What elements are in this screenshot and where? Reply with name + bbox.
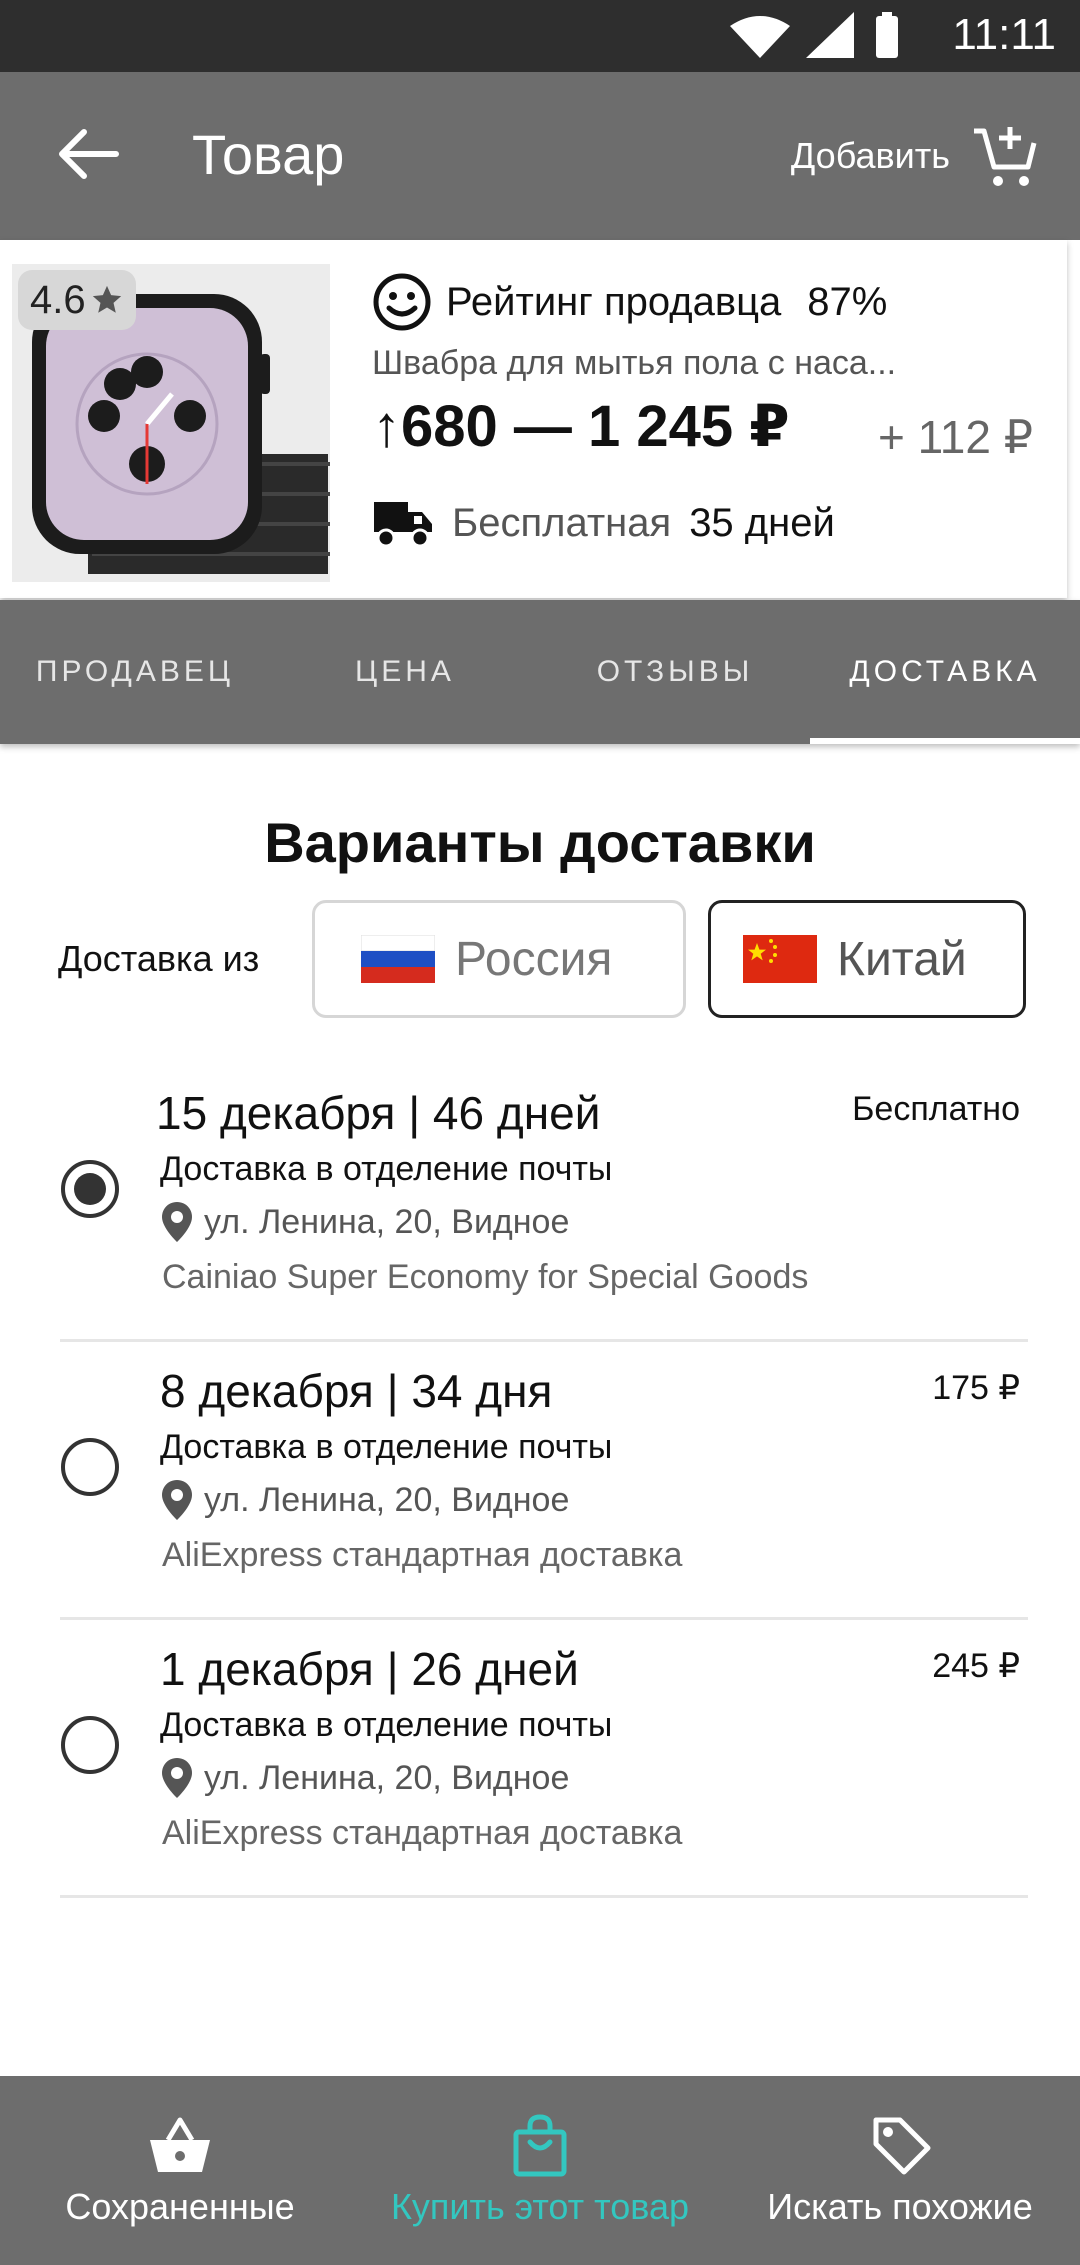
tag-icon [873, 2117, 931, 2174]
status-time: 11:11 [952, 10, 1056, 59]
nav-saved-label: Сохраненные [65, 2185, 295, 2227]
shopping-bag-icon [513, 2113, 567, 2176]
option-carrier: AliExpress стандартная доставка [162, 1814, 683, 1852]
option-address-text: ул. Ленина, 20, Видное [204, 1758, 570, 1797]
tab-reviews[interactable]: ОТЗЫВЫ [540, 600, 810, 744]
option-price: 175 ₽ [932, 1369, 1020, 1407]
location-pin-icon [162, 1480, 192, 1520]
option-carrier: Cainiao Super Economy for Special Goods [162, 1258, 809, 1296]
nav-similar[interactable]: Искать похожие [720, 2076, 1080, 2265]
rating-badge: 4.6 [18, 270, 136, 330]
product-card: 4.6 Рейтинг продавца 87% Швабра для мыть… [0, 240, 1067, 598]
country-china-label: Китай [837, 932, 967, 986]
radio-unselected-icon[interactable] [60, 1715, 120, 1775]
radio-selected-icon[interactable] [60, 1159, 120, 1219]
option-address: ул. Ленина, 20, Видное [160, 1478, 569, 1522]
tab-delivery[interactable]: ДОСТАВКА [810, 600, 1080, 744]
price-extra: + 112 ₽ [877, 411, 1033, 463]
status-bar: 11:11 [0, 0, 1080, 72]
china-flag-icon [743, 935, 817, 983]
option-date: 1 декабря | 26 дней [160, 1643, 579, 1695]
seller-label: Рейтинг продавца [446, 279, 782, 324]
option-price: 245 ₽ [932, 1647, 1020, 1685]
option-method: Доставка в отделение почты [160, 1706, 613, 1744]
option-price: Бесплатно [852, 1090, 1020, 1128]
add-to-cart-button[interactable]: Добавить [791, 116, 1040, 196]
basket-icon [150, 2117, 210, 2172]
delivery-summary: Бесплатная 35 дней [372, 498, 835, 548]
tab-price[interactable]: ЦЕНА [270, 600, 540, 744]
country-russia-button[interactable]: Россия [312, 900, 686, 1018]
delivery-free-label: Бесплатная [452, 500, 672, 545]
delivery-days: 35 дней [689, 500, 835, 545]
seller-rating[interactable]: Рейтинг продавца 87% [372, 272, 887, 332]
signal-battery-icon [730, 12, 898, 58]
product-image[interactable]: 4.6 [12, 264, 330, 582]
tab-bar: ПРОДАВЕЦ ЦЕНА ОТЗЫВЫ ДОСТАВКА [0, 600, 1080, 744]
product-name: Швабра для мытья пола с наса... [372, 344, 897, 382]
option-date: 15 декабря | 46 дней [156, 1087, 601, 1139]
russia-flag-icon [361, 935, 435, 983]
delivery-option[interactable]: 8 декабря | 34 дня 175 ₽ Доставка в отде… [60, 1342, 1028, 1620]
delivery-from-label: Доставка из [58, 938, 260, 979]
price-range: ↑680 — 1 245 ₽ [372, 394, 790, 459]
option-method: Доставка в отделение почты [160, 1150, 613, 1188]
nav-saved[interactable]: Сохраненные [0, 2076, 360, 2265]
delivery-option[interactable]: 15 декабря | 46 дней Бесплатно Доставка … [60, 1064, 1028, 1342]
delivery-option[interactable]: 1 декабря | 26 дней 245 ₽ Доставка в отд… [60, 1620, 1028, 1898]
location-pin-icon [162, 1202, 192, 1242]
cart-plus-icon [974, 127, 1037, 186]
add-label: Добавить [790, 135, 950, 176]
truck-icon [374, 502, 432, 548]
radio-unselected-icon[interactable] [60, 1437, 120, 1497]
option-address: ул. Ленина, 20, Видное [160, 1200, 569, 1244]
seller-percent: 87% [807, 279, 888, 324]
country-china-button[interactable]: Китай [708, 900, 1026, 1018]
bottom-nav: Сохраненные Купить этот товар Искать пох… [0, 2076, 1080, 2265]
option-address-text: ул. Ленина, 20, Видное [204, 1480, 570, 1519]
back-arrow-icon[interactable] [50, 116, 126, 192]
option-address-text: ул. Ленина, 20, Видное [204, 1202, 570, 1241]
rating-value: 4.6 [30, 277, 86, 322]
app-bar: Товар Добавить [0, 72, 1080, 240]
option-address: ул. Ленина, 20, Видное [160, 1756, 569, 1800]
option-method: Доставка в отделение почты [160, 1428, 613, 1466]
nav-buy-label: Купить этот товар [390, 2185, 690, 2227]
star-icon [92, 285, 121, 313]
option-carrier: AliExpress стандартная доставка [162, 1536, 683, 1574]
section-title: Варианты доставки [264, 811, 816, 874]
page-title: Товар [192, 123, 345, 186]
nav-similar-label: Искать похожие [767, 2185, 1033, 2227]
smile-icon [373, 273, 431, 331]
nav-buy[interactable]: Купить этот товар [360, 2076, 720, 2265]
country-russia-label: Россия [455, 932, 613, 986]
location-pin-icon [162, 1758, 192, 1798]
tab-seller[interactable]: ПРОДАВЕЦ [0, 600, 270, 744]
option-date: 8 декабря | 34 дня [160, 1365, 553, 1417]
